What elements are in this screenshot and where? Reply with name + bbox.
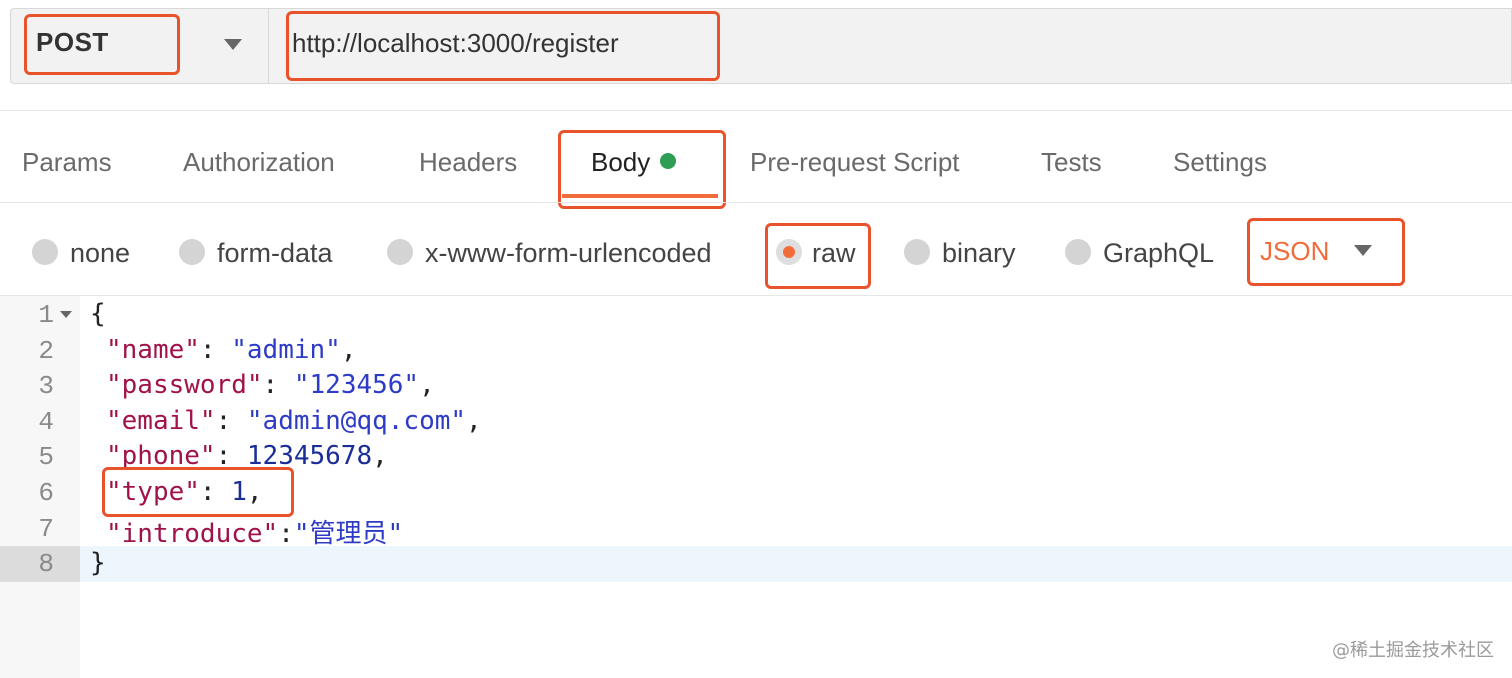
brace: { bbox=[90, 299, 106, 329]
annotation-box-raw bbox=[765, 223, 871, 289]
body-mode-binary[interactable]: binary bbox=[942, 238, 1016, 269]
brace: } bbox=[90, 548, 106, 578]
code-line[interactable]: } bbox=[90, 548, 106, 578]
json-sep: : bbox=[199, 335, 232, 365]
active-line-highlight bbox=[80, 546, 1512, 582]
line-number: 4 bbox=[38, 407, 54, 437]
json-value: "管理员" bbox=[293, 519, 404, 549]
json-comma: , bbox=[372, 441, 388, 471]
watermark: @稀土掘金技术社区 bbox=[1332, 640, 1494, 661]
json-key: "introduce" bbox=[106, 519, 279, 549]
annotation-box-method bbox=[24, 14, 180, 75]
code-line[interactable]: { bbox=[90, 299, 106, 329]
line-number: 1 bbox=[38, 300, 54, 330]
fold-arrow-icon[interactable] bbox=[60, 311, 72, 318]
chevron-down-icon[interactable] bbox=[224, 39, 242, 50]
tab-settings[interactable]: Settings bbox=[1173, 147, 1267, 178]
radio-x-www-form-urlencoded[interactable] bbox=[387, 239, 413, 265]
line-number: 3 bbox=[38, 371, 54, 401]
tab-params[interactable]: Params bbox=[22, 147, 112, 178]
divider bbox=[0, 202, 1512, 203]
json-sep: : bbox=[215, 406, 247, 436]
json-sep: : bbox=[278, 519, 294, 549]
annotation-box-url bbox=[286, 11, 720, 81]
radio-graphql[interactable] bbox=[1065, 239, 1091, 265]
line-number: 6 bbox=[38, 478, 54, 508]
line-number: 5 bbox=[38, 442, 54, 472]
body-mode-graphql[interactable]: GraphQL bbox=[1103, 238, 1214, 269]
radio-form-data[interactable] bbox=[179, 239, 205, 265]
divider bbox=[0, 295, 1512, 296]
code-line[interactable]: "introduce":"管理员" bbox=[106, 513, 403, 550]
radio-binary[interactable] bbox=[904, 239, 930, 265]
tab-tests[interactable]: Tests bbox=[1041, 147, 1102, 178]
tab-headers[interactable]: Headers bbox=[419, 147, 517, 178]
json-comma: , bbox=[340, 335, 357, 365]
body-mode-form-data[interactable]: form-data bbox=[217, 238, 333, 269]
json-key: "name" bbox=[106, 335, 200, 365]
annotation-box-body-tab bbox=[558, 130, 726, 209]
radio-none[interactable] bbox=[32, 239, 58, 265]
annotation-box-content-type bbox=[1247, 218, 1405, 286]
json-key: "password" bbox=[106, 370, 263, 400]
json-value: "admin@qq.com" bbox=[246, 406, 467, 436]
line-number: 7 bbox=[38, 514, 54, 544]
json-sep: : bbox=[262, 370, 294, 400]
line-number: 8 bbox=[38, 549, 54, 579]
body-mode-none[interactable]: none bbox=[70, 238, 130, 269]
annotation-box-type bbox=[102, 467, 294, 517]
json-value: "admin" bbox=[231, 335, 341, 365]
json-value: "123456" bbox=[293, 370, 420, 400]
code-line[interactable]: "name": "admin", bbox=[106, 335, 356, 365]
code-line[interactable]: "email": "admin@qq.com", bbox=[106, 406, 482, 436]
tab-authorization[interactable]: Authorization bbox=[183, 147, 335, 178]
body-mode-x-www-form-urlencoded[interactable]: x-www-form-urlencoded bbox=[425, 238, 712, 269]
divider bbox=[0, 110, 1512, 111]
json-comma: , bbox=[419, 370, 435, 400]
json-key: "email" bbox=[106, 406, 216, 436]
line-number: 2 bbox=[38, 336, 54, 366]
json-comma: , bbox=[466, 406, 482, 436]
code-line[interactable]: "password": "123456", bbox=[106, 370, 435, 400]
tab-pre-request-script[interactable]: Pre-request Script bbox=[750, 147, 960, 178]
